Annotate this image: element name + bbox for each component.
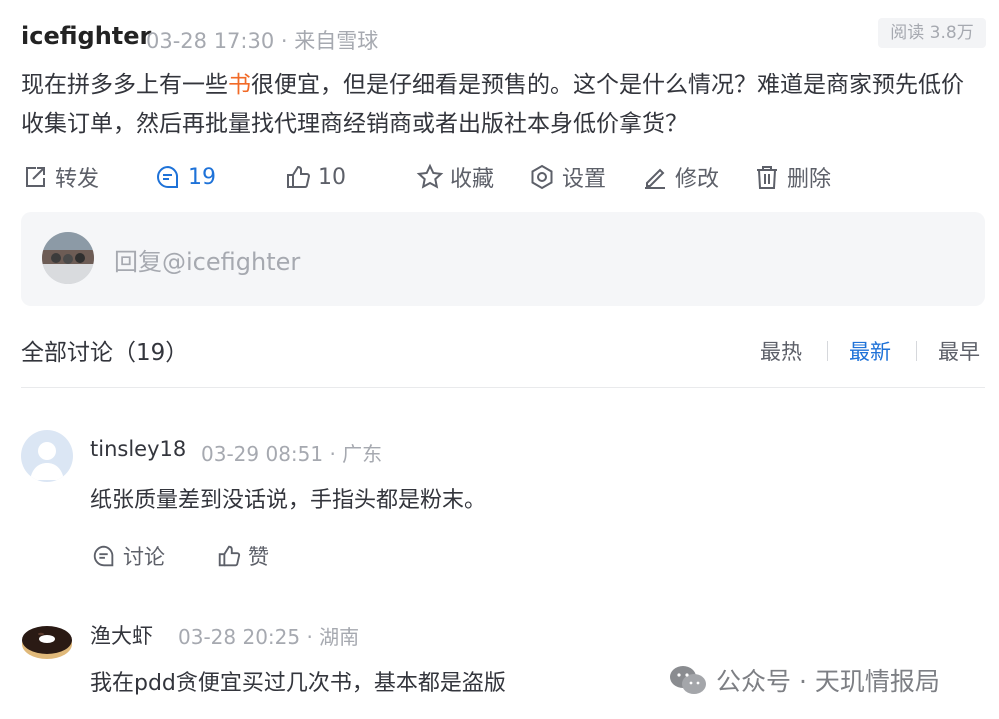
comment-text: 我在pdd贪便宜买过几次书，基本都是盗版 xyxy=(90,671,506,696)
favorite-button[interactable]: 收藏 xyxy=(416,160,494,194)
post-text-highlight[interactable]: 书 xyxy=(228,72,251,98)
discuss-label: 讨论 xyxy=(123,545,165,569)
post-body: 现在拼多多上有一些书很便宜，但是仔细看是预售的。这个是什么情况？难道是商家预先低… xyxy=(21,66,981,144)
share-icon xyxy=(26,167,45,187)
trash-icon xyxy=(757,166,777,189)
comment-icon xyxy=(157,165,179,188)
edit-label: 修改 xyxy=(675,167,720,192)
post-meta: 03-28 17:30 · 来自雪球 xyxy=(146,25,378,55)
discussion-title: 全部讨论（19） xyxy=(21,340,189,366)
thumbs-up-icon xyxy=(287,165,311,188)
comment-discuss-button[interactable]: 讨论 xyxy=(91,540,165,572)
forward-button[interactable]: 转发 xyxy=(21,160,99,194)
comment-time: 03-28 20:25 xyxy=(178,625,301,649)
watermark-text: 公众号 · 天玑情报局 xyxy=(716,667,940,696)
comment-meta: 03-29 08:51 · 广东 xyxy=(201,438,382,467)
wechat-icon xyxy=(670,666,706,694)
like-button[interactable]: 10 xyxy=(284,160,346,194)
post-time: 03-28 17:30 xyxy=(146,29,275,53)
delete-button[interactable]: 删除 xyxy=(753,160,831,194)
comment-avatar[interactable] xyxy=(21,430,73,482)
sort-early-tab[interactable]: 最早 xyxy=(938,336,980,366)
delete-label: 删除 xyxy=(787,167,832,192)
comment-like-button[interactable]: 赞 xyxy=(216,540,269,572)
comment-location: · 湖南 xyxy=(306,625,360,649)
comment-button[interactable]: 19 xyxy=(154,160,216,194)
sort-divider xyxy=(827,341,828,361)
comment-time: 03-29 08:51 xyxy=(201,442,324,466)
like-count: 10 xyxy=(318,164,346,190)
comment-count: 19 xyxy=(188,164,216,190)
comment-avatar[interactable] xyxy=(21,614,73,666)
settings-label: 设置 xyxy=(562,167,607,192)
sort-divider xyxy=(916,341,917,361)
post-text-before: 现在拼多多上有一些 xyxy=(21,72,228,98)
like-label: 赞 xyxy=(248,545,269,569)
sort-new-tab[interactable]: 最新 xyxy=(849,336,891,366)
watermark: 公众号 · 天玑情报局 xyxy=(668,662,940,698)
edit-button[interactable]: 修改 xyxy=(641,160,719,194)
star-icon xyxy=(416,163,444,189)
comment-icon xyxy=(93,545,114,567)
comment-location: · 广东 xyxy=(329,442,383,466)
reply-input[interactable] xyxy=(112,244,936,280)
comment-author[interactable]: tinsley18 xyxy=(90,437,186,461)
thumbs-up-icon xyxy=(218,545,241,567)
section-divider xyxy=(21,387,985,388)
favorite-label: 收藏 xyxy=(450,167,495,192)
view-count-badge: 阅读 3.8万 xyxy=(878,18,986,48)
post-source: · 来自雪球 xyxy=(280,29,379,53)
settings-icon xyxy=(531,164,553,190)
comment-meta: 03-28 20:25 · 湖南 xyxy=(178,621,359,650)
current-user-avatar xyxy=(42,232,94,284)
settings-button[interactable]: 设置 xyxy=(528,160,606,194)
pencil-icon xyxy=(645,168,665,189)
sort-hot-tab[interactable]: 最热 xyxy=(760,336,802,366)
comment-author[interactable]: 渔大虾 xyxy=(90,620,153,650)
post-author[interactable]: icefighter xyxy=(21,22,151,50)
comment-text: 纸张质量差到没话说，手指头都是粉末。 xyxy=(90,488,487,513)
forward-label: 转发 xyxy=(55,167,100,192)
